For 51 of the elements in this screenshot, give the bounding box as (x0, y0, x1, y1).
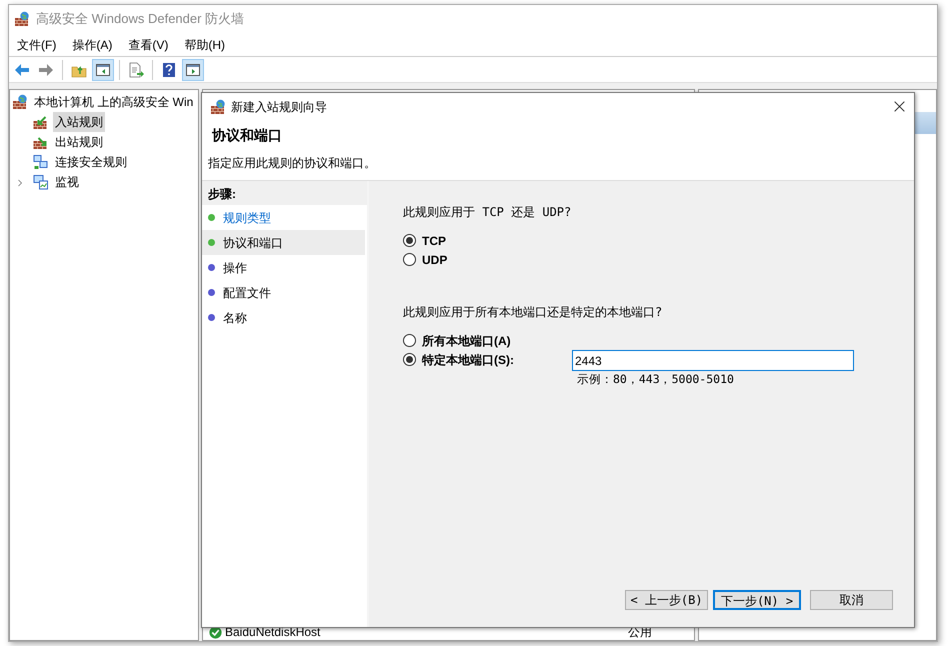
menu-item[interactable]: 操作(A) (64, 34, 120, 56)
forward-icon (38, 62, 54, 78)
cancel-button[interactable]: 取消 (810, 590, 893, 610)
question-text: 此规则应用于 TCP 还是 UDP? (403, 204, 572, 221)
radio-button[interactable] (403, 353, 416, 366)
menu-item[interactable]: 帮助(H) (176, 34, 233, 56)
dialog-subtitle: 指定应用此规则的协议和端口。 (208, 155, 377, 172)
toolbar-button[interactable] (182, 58, 204, 80)
next-button[interactable]: 下一步(N) > (713, 590, 801, 610)
tree-item[interactable]: 连接安全规则 (53, 152, 129, 172)
radio-label: 特定本地端口(S): (422, 352, 514, 368)
radio-label: UDP (422, 252, 448, 268)
firewall-icon (14, 11, 30, 27)
export-icon (128, 62, 144, 78)
firewall-icon (210, 99, 226, 115)
pane-toggle-icon (185, 62, 201, 78)
close-icon (894, 101, 904, 112)
radio-button[interactable] (403, 234, 416, 247)
pane-toggle-icon (95, 62, 111, 78)
step-item[interactable]: 名称 (202, 305, 365, 330)
menu-item[interactable]: 文件(F) (9, 34, 64, 56)
expand-chevron-icon[interactable] (16, 178, 24, 188)
help-icon (161, 62, 177, 78)
step-item[interactable]: 配置文件 (202, 280, 365, 305)
computers-icon (32, 154, 49, 170)
radio-label: 所有本地端口(A) (422, 332, 511, 350)
radio-label: TCP (422, 232, 446, 250)
tree-item[interactable]: 入站规则 (53, 112, 105, 132)
back-button[interactable]: < 上一步(B) (625, 590, 708, 610)
radio-button[interactable] (403, 253, 416, 266)
rule-name: BaiduNetdiskHost (225, 624, 322, 641)
step-item[interactable]: 操作 (202, 255, 365, 280)
port-input[interactable]: 2443 (572, 350, 854, 371)
dialog-heading: 协议和端口 (212, 126, 283, 145)
back-icon (14, 62, 30, 78)
firewall-icon (12, 94, 28, 110)
step-item[interactable]: 规则类型 (202, 205, 365, 230)
toolbar-button[interactable] (92, 58, 114, 80)
window-title: 高级安全 Windows Defender 防火墙 (36, 10, 244, 28)
radio-button[interactable] (403, 334, 416, 347)
tree-item[interactable]: 本地计算机 上的高级安全 Win (32, 92, 196, 112)
example-text: 示例：80，443，5000-5010 (576, 371, 735, 388)
question-text: 此规则应用于所有本地端口还是特定的本地端口? (403, 304, 664, 321)
dialog-title: 新建入站规则向导 (231, 99, 327, 116)
menu-item[interactable]: 查看(V) (120, 34, 176, 56)
steps-title: 步骤: (208, 187, 236, 201)
inbound-rules-icon (32, 114, 49, 130)
tree-item[interactable]: 监视 (53, 172, 81, 192)
step-item[interactable]: 协议和端口 (202, 230, 365, 255)
tree-item[interactable]: 出站规则 (53, 132, 105, 152)
monitor-icon (32, 174, 49, 190)
